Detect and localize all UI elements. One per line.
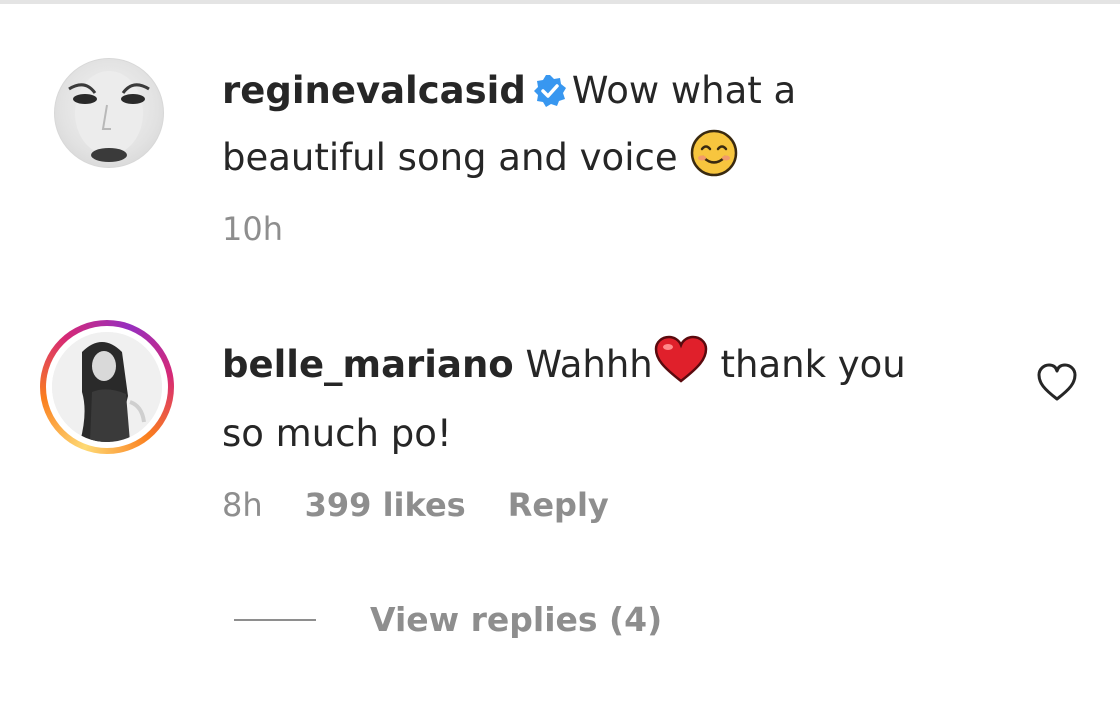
avatar-belle-mariano[interactable] [52,332,162,442]
comment-meta: 10h [222,210,283,248]
comment-time: 8h [222,486,263,524]
comment-body: belle_mariano Wahhh thank you so much po… [222,334,906,464]
comment-username[interactable]: belle_mariano [222,343,514,386]
comment-time: 10h [222,210,283,248]
avatar-portrait-image [52,332,162,442]
comment-text-part2: thank you [708,343,906,386]
red-heart-emoji-icon [653,335,709,403]
reply-button[interactable]: Reply [508,486,609,524]
view-replies-label: View replies (4) [370,600,663,639]
likes-count[interactable]: 399 likes [305,486,466,524]
comment-text-line2: so much po! [222,412,452,455]
replies-divider-line [234,618,316,621]
view-replies-button[interactable]: View replies (4) [234,600,662,639]
top-divider [0,0,1120,4]
verified-badge-icon [532,66,568,127]
comment-text-line1: Wow what a [571,69,797,112]
like-heart-icon[interactable] [1036,363,1078,403]
comment-text-line2: beautiful song and voice [222,136,678,179]
comment-text-part1: Wahhh [525,343,653,386]
avatar-reginevalcasid[interactable] [54,58,164,168]
comment-username[interactable]: reginevalcasid [222,69,526,112]
comment-meta: 8h 399 likes Reply [222,486,609,524]
smiling-face-emoji-icon [689,128,739,196]
comment-body: reginevalcasid Wow what a beautiful song … [222,60,796,196]
avatar-face-image [68,71,150,162]
